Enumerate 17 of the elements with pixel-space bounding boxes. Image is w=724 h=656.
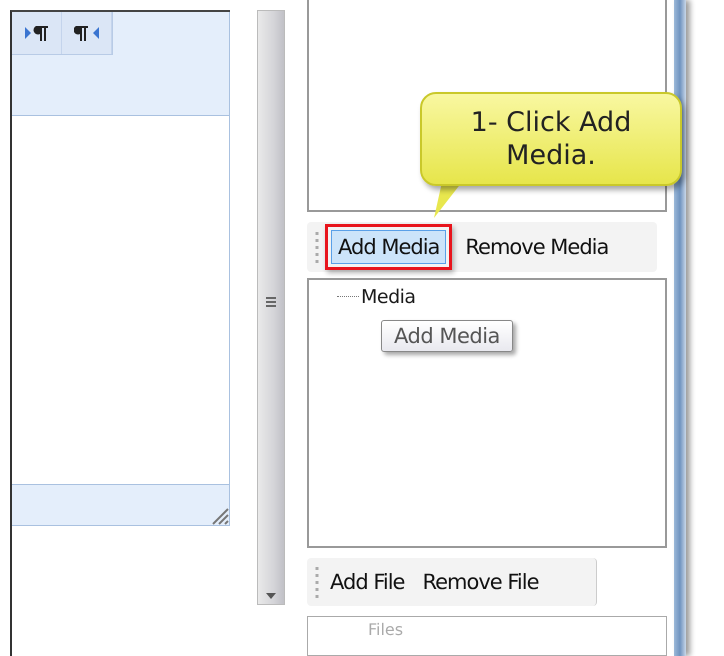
callout-bubble: 1- Click Add Media. <box>420 92 682 186</box>
files-field[interactable]: Files <box>307 616 667 656</box>
grip-icon <box>315 230 319 264</box>
tree-item[interactable]: Media <box>361 286 416 308</box>
tooltip: Add Media <box>381 320 513 352</box>
tree-line <box>337 296 359 298</box>
file-button[interactable]: Add File <box>323 565 412 600</box>
scrollbar[interactable] <box>257 10 285 605</box>
grip-icon <box>315 565 319 600</box>
pilcrow-left-arrow-icon <box>74 24 100 42</box>
pilcrow-right-arrow-icon <box>24 24 50 42</box>
grip-icon <box>265 296 277 308</box>
media-button[interactable]: Remove Media <box>458 230 616 264</box>
down-arrow-icon[interactable] <box>265 592 277 600</box>
media-button[interactable]: Add Media <box>331 230 446 264</box>
file-button[interactable]: Remove File <box>415 565 546 600</box>
media-tree[interactable]: Media Add Media <box>307 278 667 548</box>
